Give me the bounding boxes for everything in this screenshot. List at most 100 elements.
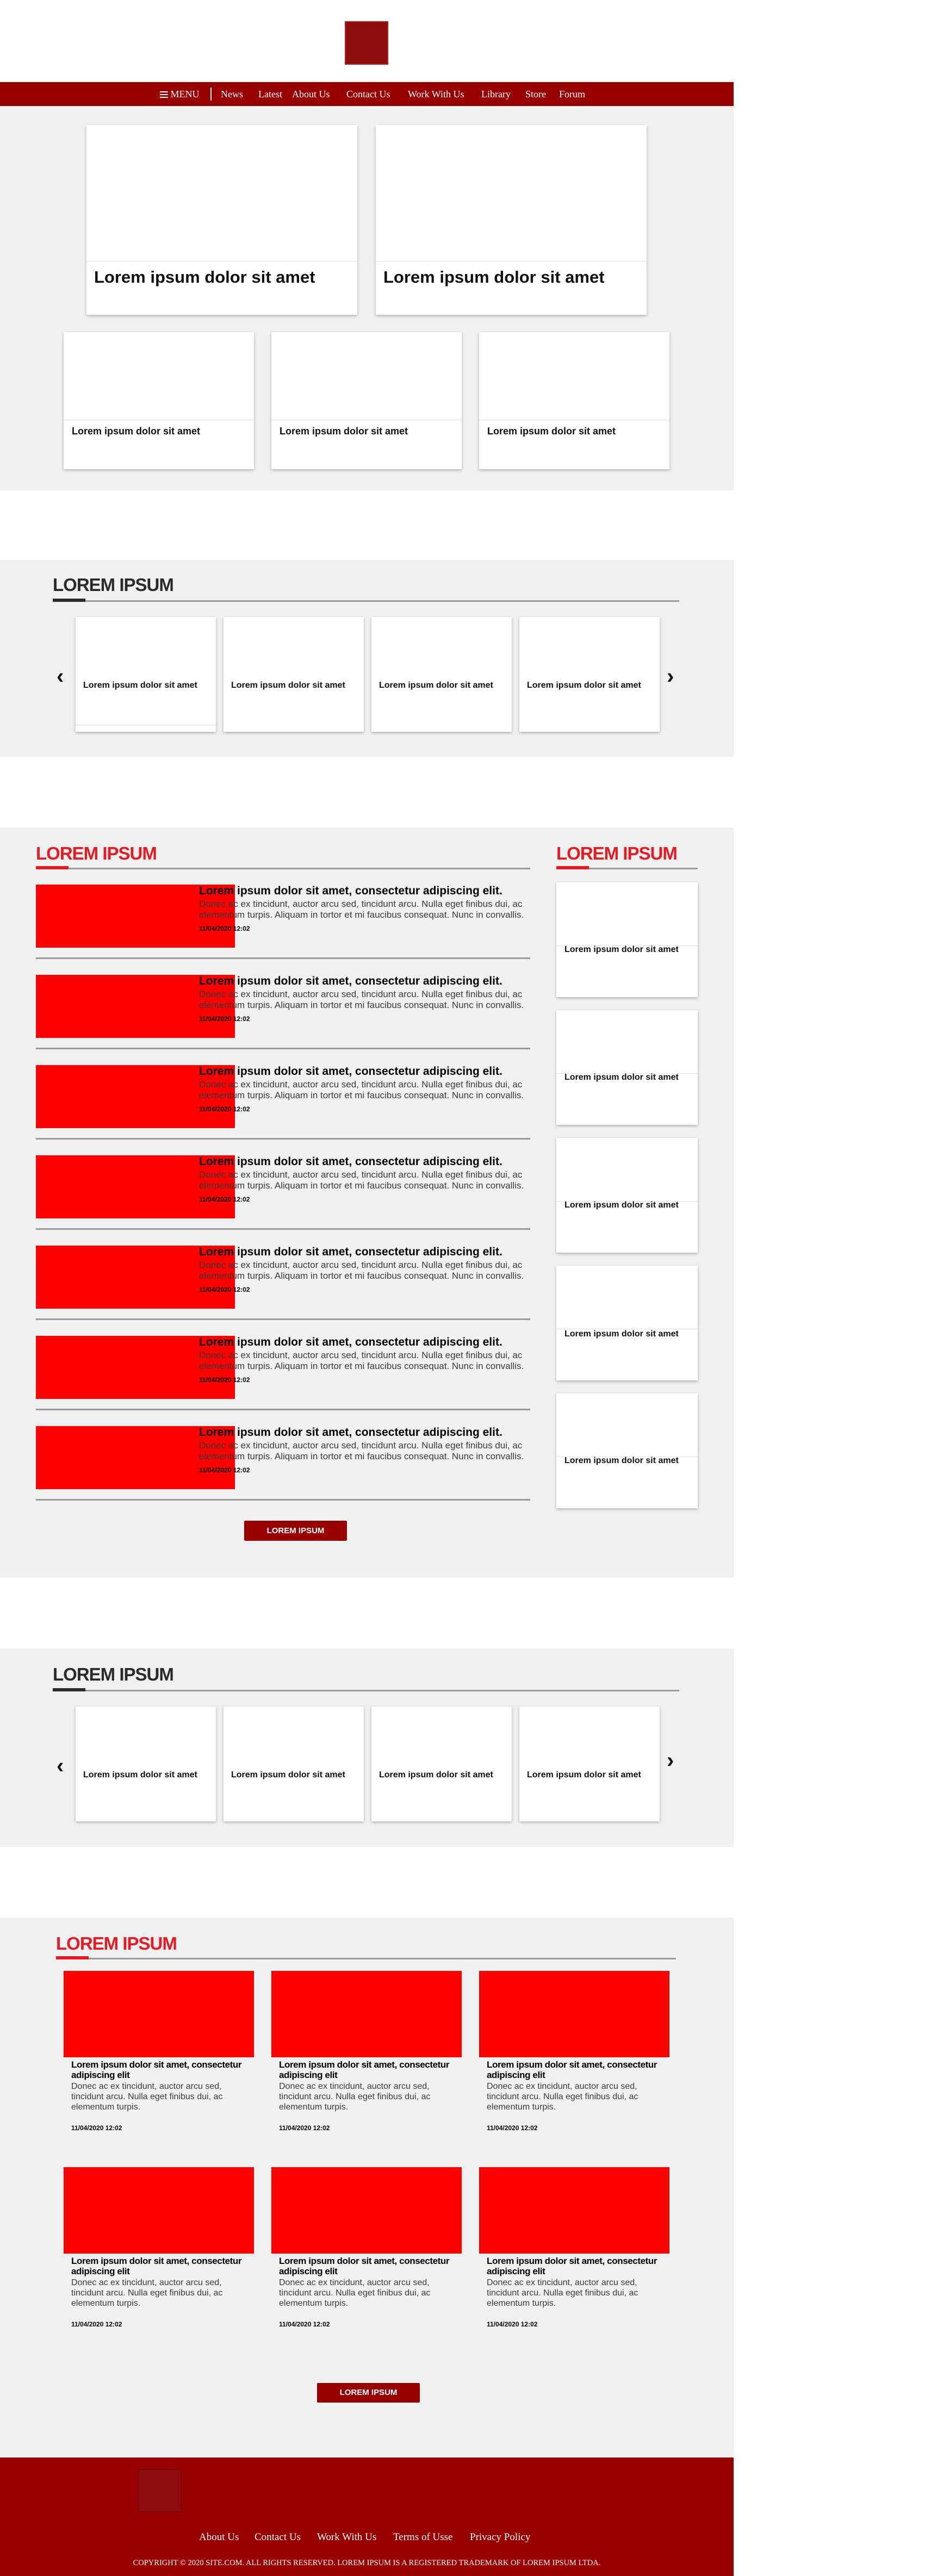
- grid-item-title[interactable]: Lorem ipsum dolor sit amet, consectetur …: [71, 2059, 251, 2080]
- nav-divider: [210, 88, 212, 101]
- main-nav: MENU News Latest About Us Contact Us Wor…: [0, 82, 734, 106]
- carousel-card[interactable]: Lorem ipsum dolor sit amet: [224, 1707, 364, 1821]
- grid-item-title[interactable]: Lorem ipsum dolor sit amet, consectetur …: [279, 2256, 458, 2276]
- sidebar-card[interactable]: Lorem ipsum dolor sit amet: [556, 882, 698, 997]
- heading-rule: [36, 868, 530, 869]
- footer-link-about-us[interactable]: About Us: [199, 2531, 239, 2543]
- heading-accent: [36, 866, 69, 869]
- carousel-prev-arrow-icon[interactable]: ‹: [57, 664, 64, 689]
- card-image: [271, 332, 462, 420]
- footer-link-work-with-us[interactable]: Work With Us: [317, 2531, 376, 2543]
- grid-item-title[interactable]: Lorem ipsum dolor sit amet, consectetur …: [71, 2256, 251, 2276]
- card-image: [76, 617, 216, 725]
- grid-heading: LOREM IPSUM: [56, 1933, 177, 1953]
- sidebar-card[interactable]: Lorem ipsum dolor sit amet: [556, 1266, 698, 1380]
- hero-card-large[interactable]: Lorem ipsum dolor sit amet: [86, 125, 357, 315]
- carousel-next-arrow-icon[interactable]: ›: [667, 1749, 674, 1773]
- grid-item-date: 11/04/2020 12:02: [279, 2320, 330, 2328]
- grid-item-image[interactable]: [64, 1971, 254, 2057]
- news-item-desc: Donec ac ex tincidunt, auctor arcu sed, …: [199, 1260, 524, 1281]
- footer-logo[interactable]: [138, 2469, 182, 2512]
- carousel-card[interactable]: Lorem ipsum dolor sit amet: [371, 617, 512, 732]
- nav-item-library[interactable]: Library: [481, 82, 511, 106]
- news-item-desc: Donec ac ex tincidunt, auctor arcu sed, …: [199, 989, 524, 1010]
- grid-item-desc: Donec ac ex tincidunt, auctor arcu sed, …: [279, 2278, 431, 2308]
- grid-item-date: 11/04/2020 12:02: [71, 2124, 122, 2132]
- carousel-card[interactable]: Lorem ipsum dolor sit amet: [224, 617, 364, 732]
- card-title: Lorem ipsum dolor sit amet: [379, 681, 493, 690]
- grid-item-desc: Donec ac ex tincidunt, auctor arcu sed, …: [279, 2082, 431, 2112]
- footer-link-contact-us[interactable]: Contact Us: [255, 2531, 301, 2543]
- grid-item-title[interactable]: Lorem ipsum dolor sit amet, consectetur …: [487, 2256, 666, 2276]
- news-item-title[interactable]: Lorem ipsum dolor sit amet, consectetur …: [199, 885, 531, 898]
- news-item-desc: Donec ac ex tincidunt, auctor arcu sed, …: [199, 899, 524, 920]
- sidebar-card[interactable]: Lorem ipsum dolor sit amet: [556, 1010, 698, 1125]
- carousel-card[interactable]: Lorem ipsum dolor sit amet: [519, 1707, 660, 1821]
- nav-item-store[interactable]: Store: [525, 82, 546, 106]
- grid-item-image[interactable]: [479, 2167, 669, 2254]
- news-item-title[interactable]: Lorem ipsum dolor sit amet, consectetur …: [199, 1246, 531, 1259]
- news-item-desc: Donec ac ex tincidunt, auctor arcu sed, …: [199, 1440, 524, 1461]
- nav-item-forum[interactable]: Forum: [559, 82, 585, 106]
- hero-card-small[interactable]: Lorem ipsum dolor sit amet: [64, 332, 254, 469]
- menu-label: MENU: [170, 89, 200, 99]
- grid-item-title[interactable]: Lorem ipsum dolor sit amet, consectetur …: [487, 2059, 666, 2080]
- news-item-desc: Donec ac ex tincidunt, auctor arcu sed, …: [199, 1350, 524, 1371]
- nav-item-about-us[interactable]: About Us: [292, 82, 330, 106]
- grid-item-image[interactable]: [271, 1971, 462, 2057]
- hero-card-small[interactable]: Lorem ipsum dolor sit amet: [479, 332, 669, 469]
- menu-button[interactable]: MENU: [160, 82, 200, 106]
- card-title: Lorem ipsum dolor sit amet: [564, 945, 679, 954]
- grid-item-desc: Donec ac ex tincidunt, auctor arcu sed, …: [487, 2082, 638, 2112]
- card-title: Lorem ipsum dolor sit amet: [231, 681, 345, 690]
- nav-item-latest[interactable]: Latest: [258, 82, 282, 106]
- sidebar-heading: LOREM IPSUM: [556, 843, 678, 863]
- card-title: Lorem ipsum dolor sit amet: [280, 426, 408, 437]
- news-item-title[interactable]: Lorem ipsum dolor sit amet, consectetur …: [199, 1155, 531, 1168]
- nav-item-contact-us[interactable]: Contact Us: [346, 82, 390, 106]
- grid-more-button[interactable]: LOREM IPSUM: [317, 2383, 420, 2403]
- sidebar-card[interactable]: Lorem ipsum dolor sit amet: [556, 1138, 698, 1253]
- nav-item-news[interactable]: News: [221, 82, 243, 106]
- news-item-date: 11/04/2020 12:02: [199, 1105, 250, 1113]
- carousel-next-arrow-icon[interactable]: ›: [667, 664, 674, 689]
- card-image: [479, 332, 669, 420]
- grid-item-title[interactable]: Lorem ipsum dolor sit amet, consectetur …: [279, 2059, 458, 2080]
- carousel-card[interactable]: Lorem ipsum dolor sit amet: [519, 617, 660, 732]
- news-item-date: 11/04/2020 12:02: [199, 1015, 250, 1023]
- news-item-title[interactable]: Lorem ipsum dolor sit amet, consectetur …: [199, 1426, 531, 1439]
- section-heading: LOREM IPSUM: [53, 575, 174, 595]
- hero-card-small[interactable]: Lorem ipsum dolor sit amet: [271, 332, 462, 469]
- news-item-divider: [36, 1499, 530, 1501]
- news-item-divider: [36, 1409, 530, 1410]
- grid-item-desc: Donec ac ex tincidunt, auctor arcu sed, …: [487, 2278, 638, 2308]
- news-item-date: 11/04/2020 12:02: [199, 1286, 250, 1293]
- section-heading: LOREM IPSUM: [53, 1664, 174, 1684]
- carousel-card[interactable]: Lorem ipsum dolor sit amet: [76, 617, 216, 732]
- news-more-button[interactable]: LOREM IPSUM: [244, 1521, 347, 1541]
- card-title: Lorem ipsum dolor sit amet: [527, 681, 641, 690]
- grid-item-image[interactable]: [271, 2167, 462, 2254]
- site-logo[interactable]: [345, 21, 388, 65]
- news-item-divider: [36, 1048, 530, 1049]
- grid-item-image[interactable]: [64, 2167, 254, 2254]
- nav-item-work-with-us[interactable]: Work With Us: [408, 82, 464, 106]
- news-item-title[interactable]: Lorem ipsum dolor sit amet, consectetur …: [199, 1336, 531, 1349]
- footer-link-privacy[interactable]: Privacy Policy: [470, 2531, 530, 2543]
- carousel-prev-arrow-icon[interactable]: ‹: [57, 1754, 64, 1778]
- news-item-date: 11/04/2020 12:02: [199, 1376, 250, 1384]
- news-item-title[interactable]: Lorem ipsum dolor sit amet, consectetur …: [199, 1065, 531, 1078]
- news-item-title[interactable]: Lorem ipsum dolor sit amet, consectetur …: [199, 975, 531, 988]
- hero-card-large[interactable]: Lorem ipsum dolor sit amet: [376, 125, 647, 315]
- footer-link-terms[interactable]: Terms of Usse: [393, 2531, 452, 2543]
- card-title: Lorem ipsum dolor sit amet: [564, 1200, 679, 1210]
- carousel-card[interactable]: Lorem ipsum dolor sit amet: [371, 1707, 512, 1821]
- grid-item-desc: Donec ac ex tincidunt, auctor arcu sed, …: [71, 2278, 223, 2308]
- grid-item-desc: Donec ac ex tincidunt, auctor arcu sed, …: [71, 2082, 223, 2112]
- news-item-desc: Donec ac ex tincidunt, auctor arcu sed, …: [199, 1169, 524, 1191]
- carousel-card[interactable]: Lorem ipsum dolor sit amet: [76, 1707, 216, 1821]
- grid-item-date: 11/04/2020 12:02: [487, 2124, 538, 2132]
- sidebar-card[interactable]: Lorem ipsum dolor sit amet: [556, 1393, 698, 1508]
- grid-item-image[interactable]: [479, 1971, 669, 2057]
- news-item-divider: [36, 1138, 530, 1140]
